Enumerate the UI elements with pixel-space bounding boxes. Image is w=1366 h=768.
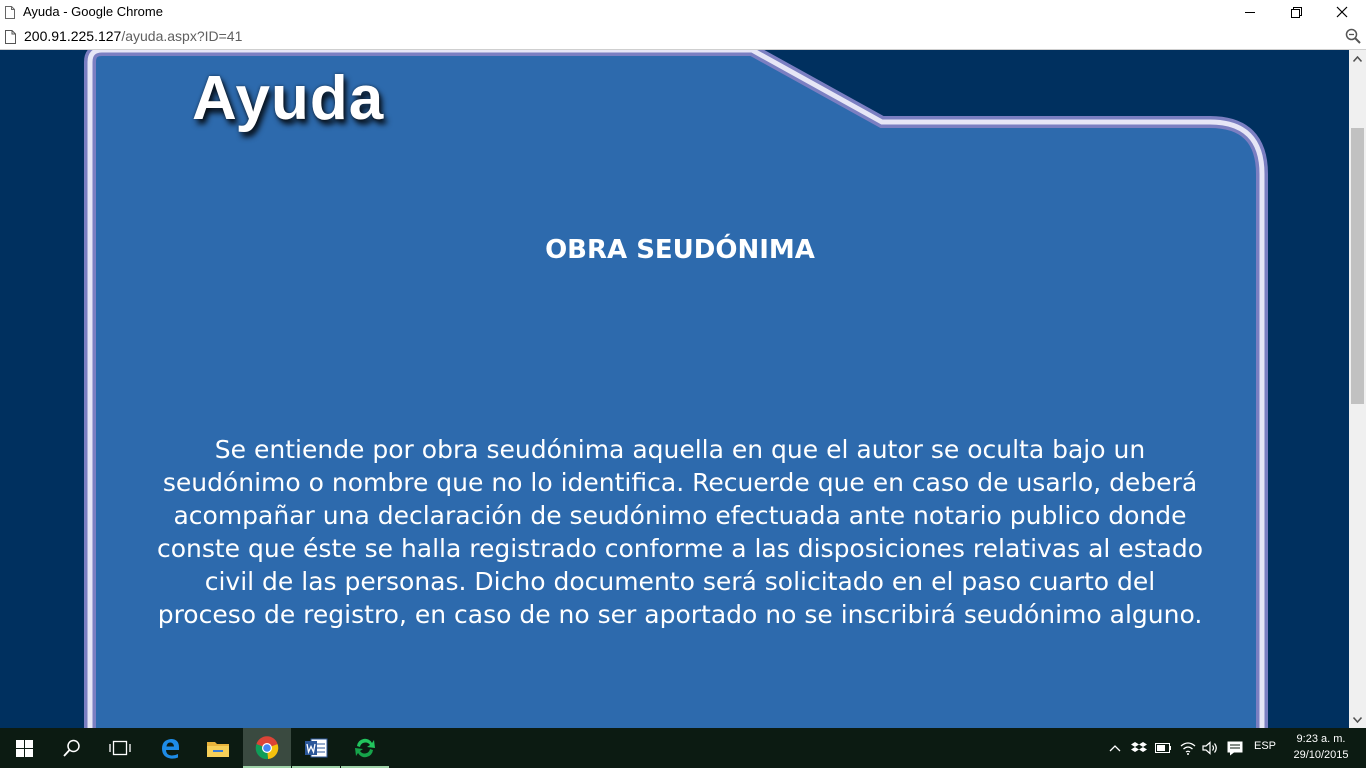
close-icon [1336,6,1348,18]
task-view-icon [109,740,131,756]
page-icon [5,4,15,19]
restore-button[interactable] [1273,0,1319,24]
document-icon [5,29,16,44]
battery-icon[interactable] [1155,740,1171,756]
scroll-up-button[interactable] [1349,50,1366,67]
help-topic-body: Se entiende por obra seudónima aquella e… [156,435,1204,629]
close-button[interactable] [1319,0,1365,24]
chrome-icon [255,736,279,760]
scroll-thumb[interactable] [1351,128,1364,404]
file-explorer-button[interactable] [194,728,242,768]
restore-icon [1290,6,1302,18]
start-button[interactable] [0,728,48,768]
search-button[interactable] [48,728,96,768]
word-button[interactable] [292,728,340,768]
wifi-icon[interactable] [1180,740,1196,756]
url-host: 200.91.225.127 [24,28,122,44]
green-app-icon [355,738,375,758]
scroll-down-button[interactable] [1349,711,1366,728]
edge-icon [162,739,179,759]
arrow-up-icon [1353,55,1362,62]
page-heading: Ayuda [192,64,385,133]
address-bar[interactable]: 200.91.225.127/ayuda.aspx?ID=41 [0,24,1366,50]
tray-chevron-up-icon[interactable] [1107,740,1123,756]
green-app-button[interactable] [341,728,389,768]
minimize-button[interactable] [1227,0,1273,24]
windows-logo-icon [15,739,33,757]
windows-taskbar: ESP 9:23 a. m. 29/10/2015 [0,728,1366,768]
word-icon [305,738,328,758]
folder-icon [207,742,229,757]
action-center-icon[interactable] [1227,740,1243,756]
task-view-button[interactable] [96,728,144,768]
window-title: Ayuda - Google Chrome [23,4,163,19]
search-icon [63,739,80,757]
zoom-icon[interactable] [1345,28,1361,44]
chrome-button[interactable] [243,728,291,768]
clock-time: 9:23 a. m. [1296,733,1346,745]
minimize-icon [1245,12,1255,13]
volume-icon[interactable] [1202,740,1218,756]
url-text[interactable]: 200.91.225.127/ayuda.aspx?ID=41 [24,28,242,44]
clock-date: 29/10/2015 [1293,749,1349,761]
page-viewport: Ayuda OBRA SEUDÓNIMA Se entiende por obr… [0,50,1349,728]
language-indicator[interactable]: ESP [1254,740,1276,752]
arrow-down-icon [1353,716,1362,723]
edge-button[interactable] [146,728,194,768]
vertical-scrollbar[interactable] [1349,50,1366,728]
taskbar-clock[interactable]: 9:23 a. m. 29/10/2015 [1283,731,1359,763]
window-title-bar: Ayuda - Google Chrome [0,0,1366,24]
help-topic-title: OBRA SEUDÓNIMA [545,235,815,265]
dropbox-icon[interactable] [1131,740,1147,756]
url-path: /ayuda.aspx?ID=41 [121,28,243,44]
